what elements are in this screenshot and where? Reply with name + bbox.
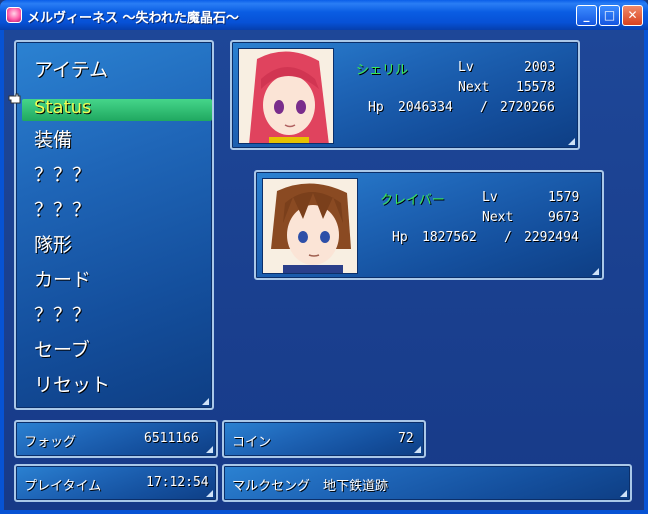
lv-value: 1579: [548, 190, 580, 205]
menu-item-reset[interactable]: リセット: [34, 370, 110, 397]
hp-max-value: 2720266: [500, 100, 555, 115]
location-name: マルクセング 地下鉄道跡: [232, 479, 389, 494]
lv-value: 2003: [524, 60, 556, 75]
hp-value: 2046334: [398, 100, 453, 115]
menu-item-save[interactable]: セーブ: [34, 335, 90, 362]
portrait-sheryl: [238, 48, 334, 144]
menu-item-formation[interactable]: 隊形: [34, 230, 72, 257]
hp-separator: /: [480, 100, 488, 115]
coin-label: コイン: [232, 435, 272, 450]
menu-item-card[interactable]: カード: [34, 265, 91, 292]
window-corner-icon: [620, 490, 627, 497]
fog-window: フォッグ 6511166: [14, 420, 218, 458]
hp-label: Hp: [368, 100, 384, 115]
window-title: メルヴィーネス ～失われた魔晶石～: [27, 11, 239, 26]
hp-max-value: 2292494: [524, 230, 579, 245]
title-bar[interactable]: メルヴィーネス ～失われた魔晶石～ _ □ ✕: [0, 0, 648, 30]
command-menu: アイテム Status 装備 ？？？ ？？？ 隊形 カード ？？？ セーブ リセ…: [14, 40, 214, 410]
menu-item-unknown-3[interactable]: ？？？: [34, 300, 91, 327]
fog-value: 6511166: [144, 431, 199, 446]
window-corner-icon: [202, 398, 209, 405]
portrait-claver: [262, 178, 358, 274]
lv-label: Lv: [482, 190, 498, 205]
coin-value: 72: [398, 431, 414, 446]
hp-label: Hp: [392, 230, 408, 245]
next-label: Next: [458, 80, 490, 95]
maximize-button[interactable]: □: [599, 5, 620, 26]
member-name: シェリル: [356, 63, 409, 78]
close-button[interactable]: ✕: [622, 5, 643, 26]
member-name: クレイバー: [380, 193, 445, 208]
party-member-card-2[interactable]: クレイバー Lv 1579 Next 9673 Hp 1827562 / 229…: [254, 170, 604, 280]
game-screen: アイテム Status 装備 ？？？ ？？？ 隊形 カード ？？？ セーブ リセ…: [4, 30, 644, 510]
party-member-card-1[interactable]: シェリル Lv 2003 Next 15578 Hp 2046334 / 272…: [230, 40, 580, 150]
menu-item-equip[interactable]: 装備: [34, 125, 72, 152]
window-corner-icon: [206, 446, 213, 453]
window-corner-icon: [414, 446, 421, 453]
next-value: 9673: [548, 210, 580, 225]
coin-window: コイン 72: [222, 420, 426, 458]
window-corner-icon: [592, 268, 599, 275]
menu-item-status[interactable]: Status: [34, 97, 91, 118]
window-corner-icon: [568, 138, 575, 145]
menu-item-unknown-1[interactable]: ？？？: [34, 160, 91, 187]
playtime-label: プレイタイム: [24, 479, 102, 494]
app-icon: [6, 7, 22, 23]
hp-value: 1827562: [422, 230, 477, 245]
window-corner-icon: [206, 490, 213, 497]
menu-item-unknown-2[interactable]: ？？？: [34, 195, 91, 222]
lv-label: Lv: [458, 60, 474, 75]
fog-label: フォッグ: [24, 435, 77, 450]
location-window: マルクセング 地下鉄道跡: [222, 464, 632, 502]
minimize-button[interactable]: _: [576, 5, 597, 26]
next-label: Next: [482, 210, 514, 225]
playtime-window: プレイタイム 17:12:54: [14, 464, 218, 502]
next-value: 15578: [516, 80, 556, 95]
playtime-value: 17:12:54: [146, 475, 209, 490]
hand-cursor-icon: [8, 93, 21, 104]
menu-item-item[interactable]: アイテム: [34, 55, 108, 82]
hp-separator: /: [504, 230, 512, 245]
